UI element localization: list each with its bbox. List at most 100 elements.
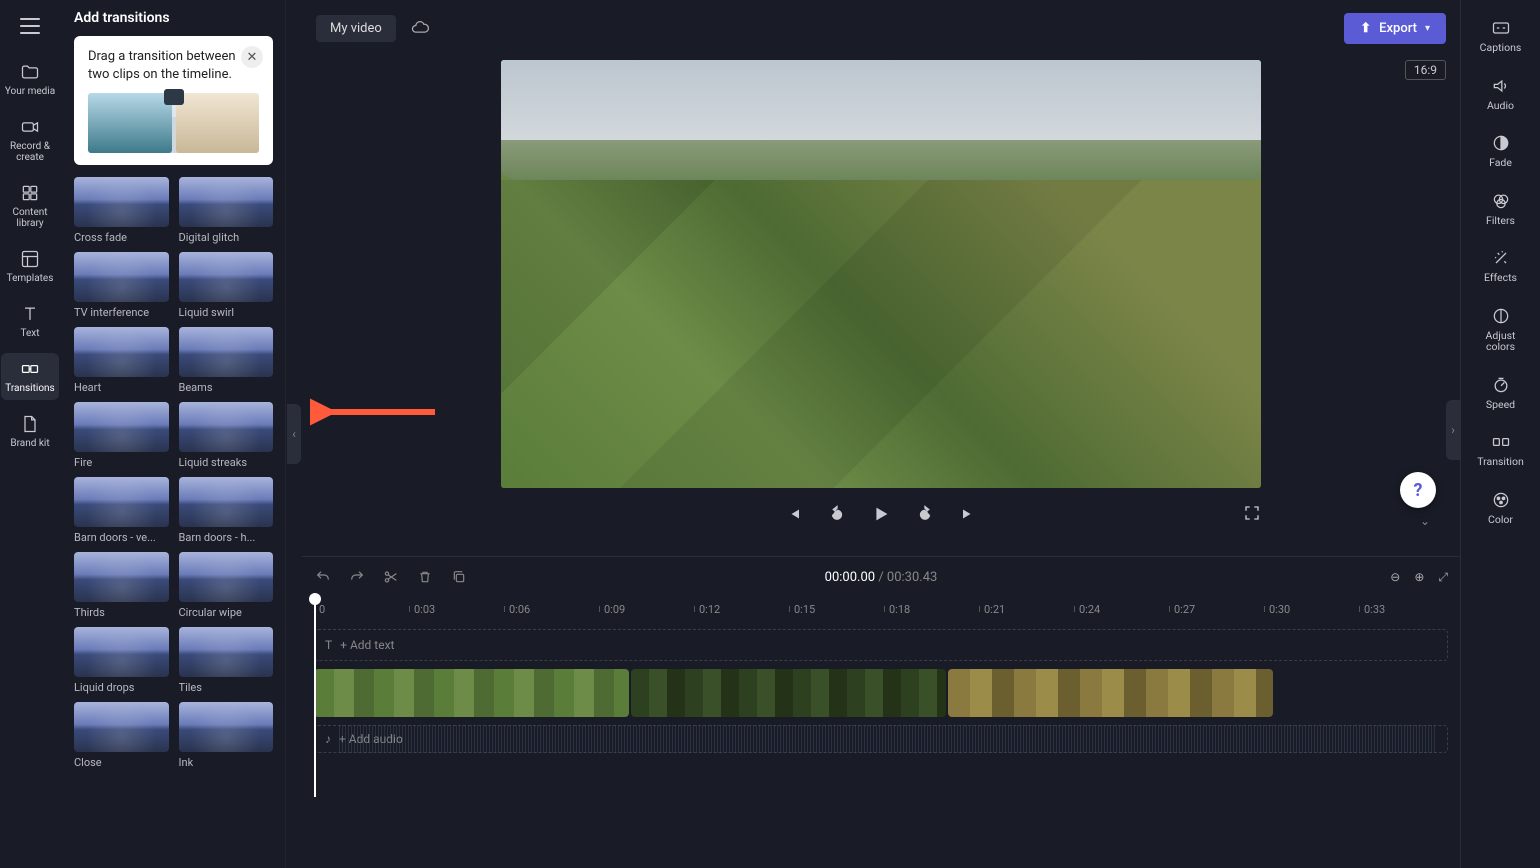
right-fade[interactable]: Fade (1469, 125, 1533, 177)
video-track-row[interactable] (314, 669, 1448, 717)
rail-label: Brand kit (10, 438, 49, 449)
transitions-panel: Add transitions Drag a transition betwee… (60, 0, 286, 868)
transitions-icon (20, 359, 40, 379)
rail-label: Your media (5, 86, 55, 97)
skip-start-icon[interactable] (782, 503, 804, 525)
transition-item[interactable]: Tiles (179, 627, 274, 694)
tip-card: Drag a transition between two clips on t… (74, 36, 273, 165)
topbar: My video ⬆ Export ▾ (302, 0, 1460, 56)
rail-brand-kit[interactable]: Brand kit (1, 408, 59, 455)
right-filters[interactable]: Filters (1469, 183, 1533, 235)
right-transition[interactable]: Transition (1469, 424, 1533, 476)
redo-icon[interactable] (348, 568, 366, 586)
video-clip-3[interactable] (948, 669, 1273, 717)
transition-item[interactable]: Liquid streaks (179, 402, 274, 469)
video-clip-2[interactable] (631, 669, 946, 717)
right-audio[interactable]: Audio (1469, 68, 1533, 120)
transition-item[interactable]: Barn doors - h... (179, 477, 274, 544)
ruler-tick: 0:06 (504, 597, 599, 621)
rail-your-media[interactable]: Your media (1, 56, 59, 103)
rail-record-create[interactable]: Record & create (1, 111, 59, 169)
video-preview[interactable] (501, 60, 1261, 488)
library-icon (20, 183, 40, 203)
left-nav-rail: Your media Record & create Content libra… (0, 0, 60, 868)
transition-label: Heart (74, 381, 169, 394)
forward-10-icon[interactable] (914, 503, 936, 525)
duplicate-icon[interactable] (450, 568, 468, 586)
rail-text[interactable]: Text (1, 298, 59, 345)
transition-item[interactable]: Thirds (74, 552, 169, 619)
close-icon[interactable]: ✕ (241, 46, 263, 68)
ruler-tick: 0:24 (1074, 597, 1169, 621)
brand-icon (20, 414, 40, 434)
right-speed[interactable]: Speed (1469, 367, 1533, 419)
trash-icon[interactable] (416, 568, 434, 586)
ruler-tick: 0:15 (789, 597, 884, 621)
transition-item[interactable]: Fire (74, 402, 169, 469)
transition-thumb (179, 177, 274, 227)
add-audio-label: + Add audio (339, 732, 403, 746)
transition-label: Liquid streaks (179, 456, 274, 469)
scissors-icon[interactable] (382, 568, 400, 586)
transition-item[interactable]: Circular wipe (179, 552, 274, 619)
tip-text: Drag a transition between two clips on t… (88, 48, 259, 83)
project-title[interactable]: My video (316, 15, 396, 42)
rail-content-library[interactable]: Content library (1, 177, 59, 235)
rewind-10-icon[interactable] (826, 503, 848, 525)
timeline: 00:00.00 / 00:30.43 ⊖ ⊕ ⤢ 00:030:060:090… (302, 556, 1460, 868)
right-panel-collapse[interactable]: › (1446, 400, 1460, 460)
right-property-rail: Captions Audio Fade Filters Effects Adju… (1460, 0, 1540, 868)
transition-label: Barn doors - h... (179, 531, 274, 544)
rail-templates[interactable]: Templates (1, 243, 59, 290)
right-captions[interactable]: Captions (1469, 10, 1533, 62)
right-adjust-colors[interactable]: Adjust colors (1469, 298, 1533, 361)
transition-thumb (179, 627, 274, 677)
zoom-in-icon[interactable]: ⊕ (1414, 570, 1424, 585)
transition-thumb (179, 327, 274, 377)
transition-label: Beams (179, 381, 274, 394)
text-track-row[interactable]: T + Add text (314, 629, 1448, 661)
transition-item[interactable]: Heart (74, 327, 169, 394)
skip-end-icon[interactable] (958, 503, 980, 525)
fullscreen-icon[interactable] (1243, 504, 1261, 525)
audio-waveform (337, 725, 1435, 753)
transition-item[interactable]: Beams (179, 327, 274, 394)
transition-item[interactable]: Digital glitch (179, 177, 274, 244)
zoom-out-icon[interactable]: ⊖ (1390, 570, 1400, 585)
hamburger-menu[interactable] (16, 12, 44, 40)
rail-transitions[interactable]: Transitions (1, 353, 59, 400)
timeline-ruler[interactable]: 00:030:060:090:120:150:180:210:240:270:3… (302, 597, 1460, 621)
video-clip-1[interactable] (314, 669, 629, 717)
right-color[interactable]: Color (1469, 482, 1533, 534)
chevron-down-icon[interactable]: ⌄ (1420, 514, 1430, 528)
transition-item[interactable]: Barn doors - ve... (74, 477, 169, 544)
play-icon[interactable] (870, 503, 892, 525)
ruler-tick: 0:33 (1359, 597, 1454, 621)
undo-icon[interactable] (314, 568, 332, 586)
transition-item[interactable]: TV interference (74, 252, 169, 319)
fit-icon[interactable]: ⤢ (1438, 570, 1448, 585)
audio-track-row[interactable]: ♪ + Add audio (314, 725, 1448, 753)
transition-thumb (74, 177, 169, 227)
text-icon: T (325, 638, 332, 652)
help-button[interactable]: ? (1400, 472, 1436, 508)
transition-thumb (179, 702, 274, 752)
transition-thumb (74, 702, 169, 752)
transition-item[interactable]: Close (74, 702, 169, 769)
transition-label: Ink (179, 756, 274, 769)
timeline-rows: T + Add text ♪ + Add audio (302, 621, 1460, 868)
transition-item[interactable]: Ink (179, 702, 274, 769)
transition-label: Close (74, 756, 169, 769)
transition-item[interactable]: Liquid drops (74, 627, 169, 694)
export-button[interactable]: ⬆ Export ▾ (1344, 13, 1446, 44)
cloud-sync-icon[interactable] (408, 16, 432, 40)
current-time: 00:00.00 (825, 570, 875, 585)
ruler-tick: 0:03 (409, 597, 504, 621)
transition-item[interactable]: Liquid swirl (179, 252, 274, 319)
aspect-ratio-button[interactable]: 16:9 (1405, 60, 1446, 80)
panel-collapse-handle[interactable]: ‹ (286, 0, 302, 868)
playhead[interactable] (314, 597, 316, 797)
transition-item[interactable]: Cross fade (74, 177, 169, 244)
right-label: Fade (1489, 157, 1512, 169)
right-effects[interactable]: Effects (1469, 240, 1533, 292)
